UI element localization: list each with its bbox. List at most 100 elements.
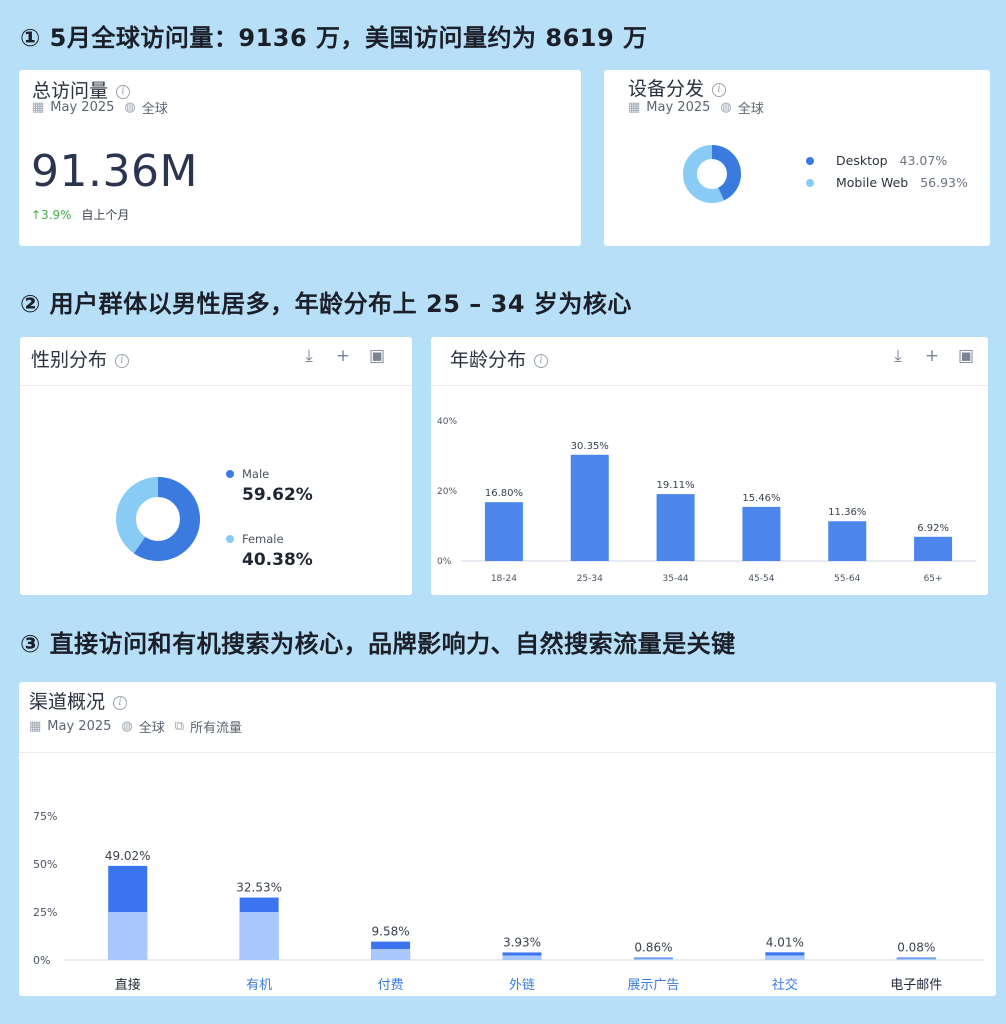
change-value: ↑3.9% <box>31 208 72 222</box>
info-icon[interactable]: i <box>115 353 130 368</box>
bar-segment-bottom <box>239 912 279 960</box>
bar <box>656 494 695 561</box>
legend-value: 40.38% <box>242 550 313 570</box>
y-tick-label: 0% <box>437 557 452 567</box>
gender-legend-male: Male 59.62% <box>226 467 313 505</box>
gender-legend-female: Female 40.38% <box>226 532 313 570</box>
gender-title: 性别分布 <box>31 349 108 371</box>
legend-value: 59.62% <box>242 485 313 505</box>
bar-value-label: 4.01% <box>766 935 804 949</box>
device-title: 设备分发 <box>628 78 705 100</box>
bar-segment-bottom <box>502 955 542 960</box>
bar <box>914 536 953 561</box>
y-tick-label: 40% <box>437 417 457 427</box>
age-bar-chart: 0% 20% 40% 16.80% 18-24 30.35% 25-34 19.11% 35-4… <box>437 417 976 584</box>
legend-label: Female <box>242 532 284 546</box>
y-tick-label: 25% <box>33 906 57 919</box>
globe-icon: ◍ <box>720 100 732 115</box>
info-icon[interactable]: i <box>113 695 128 710</box>
download-icon[interactable]: ⤓ <box>889 346 907 366</box>
total-visits-value: 91.36M <box>31 146 198 197</box>
date-label: May 2025 <box>47 719 112 734</box>
bar-value-label: 0.86% <box>634 941 672 955</box>
total-visits-card: 总访问量 i ▦ May 2025 ◍ 全球 91.36M ↑3.9% 自上个月 <box>19 70 581 246</box>
x-tick-label: 35-44 <box>663 574 689 584</box>
channels-title: 渠道概况 <box>29 691 106 713</box>
x-tick-label: 展示广告 <box>627 978 679 993</box>
gender-donut-chart <box>116 477 200 561</box>
device-donut-chart <box>683 145 741 203</box>
x-tick-label: 45-54 <box>748 574 774 584</box>
bar-value-label: 16.80% <box>485 488 523 499</box>
channels-card: 渠道概况 i ▦ May 2025 ◍ 全球 ⧉ 所有流量 0% 25% 50% 75%… <box>19 682 996 996</box>
x-tick-label: 直接 <box>115 977 141 993</box>
plus-icon[interactable]: + <box>334 346 352 366</box>
legend-label: Mobile Web <box>836 175 909 190</box>
bar <box>484 502 523 561</box>
age-card: 年龄分布 i ⤓ + ▣ 0% 20% 40% 16.80% 18-24 30.35% 25-… <box>431 337 988 595</box>
legend-dot <box>226 535 234 543</box>
bar <box>570 454 609 561</box>
device-legend: Desktop 43.07% Mobile Web 56.93% <box>806 150 968 194</box>
calendar-icon: ▦ <box>628 100 641 115</box>
x-tick-label: 有机 <box>246 978 272 993</box>
traffic-icon: ⧉ <box>174 719 185 734</box>
bar-value-label: 6.92% <box>917 523 949 534</box>
x-tick-label: 社交 <box>772 977 798 993</box>
x-tick-label: 25-34 <box>577 574 603 584</box>
bar-value-label: 3.93% <box>503 935 541 949</box>
bar-value-label: 30.35% <box>571 441 609 452</box>
bar-segment-bottom <box>371 948 411 960</box>
globe-icon: ◍ <box>121 719 133 734</box>
download-icon[interactable]: ⤓ <box>300 346 318 366</box>
date-label: May 2025 <box>646 100 711 115</box>
y-tick-label: 50% <box>33 858 57 871</box>
bar-value-label: 0.08% <box>897 941 935 955</box>
bar-segment-bottom <box>108 912 148 960</box>
device-card: 设备分发 i ▦ May 2025 ◍ 全球 Desktop 43.07% Mob… <box>604 70 990 246</box>
bar <box>742 506 781 561</box>
region-label: 全球 <box>138 721 165 736</box>
x-tick-label: 65+ <box>924 574 943 584</box>
info-icon[interactable]: i <box>712 82 727 97</box>
calendar-icon: ▦ <box>29 719 42 734</box>
divider <box>431 385 988 386</box>
region-label: 全球 <box>141 102 168 117</box>
legend-dot <box>806 157 814 165</box>
region-label: 全球 <box>737 102 764 117</box>
info-icon[interactable]: i <box>116 84 131 99</box>
bar-value-label: 49.02% <box>105 849 151 863</box>
bar-value-label: 19.11% <box>657 480 695 491</box>
bar-segment-bottom <box>896 958 936 960</box>
legend-item-desktop: Desktop 43.07% <box>806 150 968 172</box>
gender-card: 性别分布 i ⤓ + ▣ Male 59.62% Female 40.38% <box>20 337 412 595</box>
bar-value-label: 11.36% <box>828 507 866 518</box>
age-title: 年龄分布 <box>450 349 527 371</box>
x-tick-label: 付费 <box>378 978 404 993</box>
legend-value: 56.93% <box>920 175 968 190</box>
bar-segment-bottom <box>765 955 805 960</box>
bar-value-label: 32.53% <box>236 881 282 895</box>
bar-segment-bottom <box>633 958 673 960</box>
legend-dot <box>226 470 234 478</box>
export-icon[interactable]: ▣ <box>368 346 386 366</box>
info-icon[interactable]: i <box>534 353 549 368</box>
globe-icon: ◍ <box>124 100 136 115</box>
legend-value: 43.07% <box>899 153 948 168</box>
plus-icon[interactable]: + <box>923 346 941 366</box>
export-icon[interactable]: ▣ <box>957 346 975 366</box>
legend-label: Desktop <box>836 153 888 168</box>
change-label: 自上个月 <box>81 208 130 222</box>
legend-label: Male <box>242 467 270 481</box>
divider <box>20 385 412 386</box>
x-tick-label: 18-24 <box>491 574 517 584</box>
calendar-icon: ▦ <box>32 100 45 115</box>
bar <box>828 521 867 561</box>
y-tick-label: 20% <box>437 487 457 497</box>
bar-value-label: 9.58% <box>372 925 410 939</box>
traffic-label: 所有流量 <box>190 721 243 736</box>
divider <box>19 752 996 753</box>
x-tick-label: 外链 <box>509 978 535 993</box>
section-1-heading: ① 5月全球访问量：9136 万，美国访问量约为 8619 万 <box>20 24 648 52</box>
section-3-heading: ③ 直接访问和有机搜索为核心，品牌影响力、自然搜索流量是关键 <box>20 630 736 658</box>
